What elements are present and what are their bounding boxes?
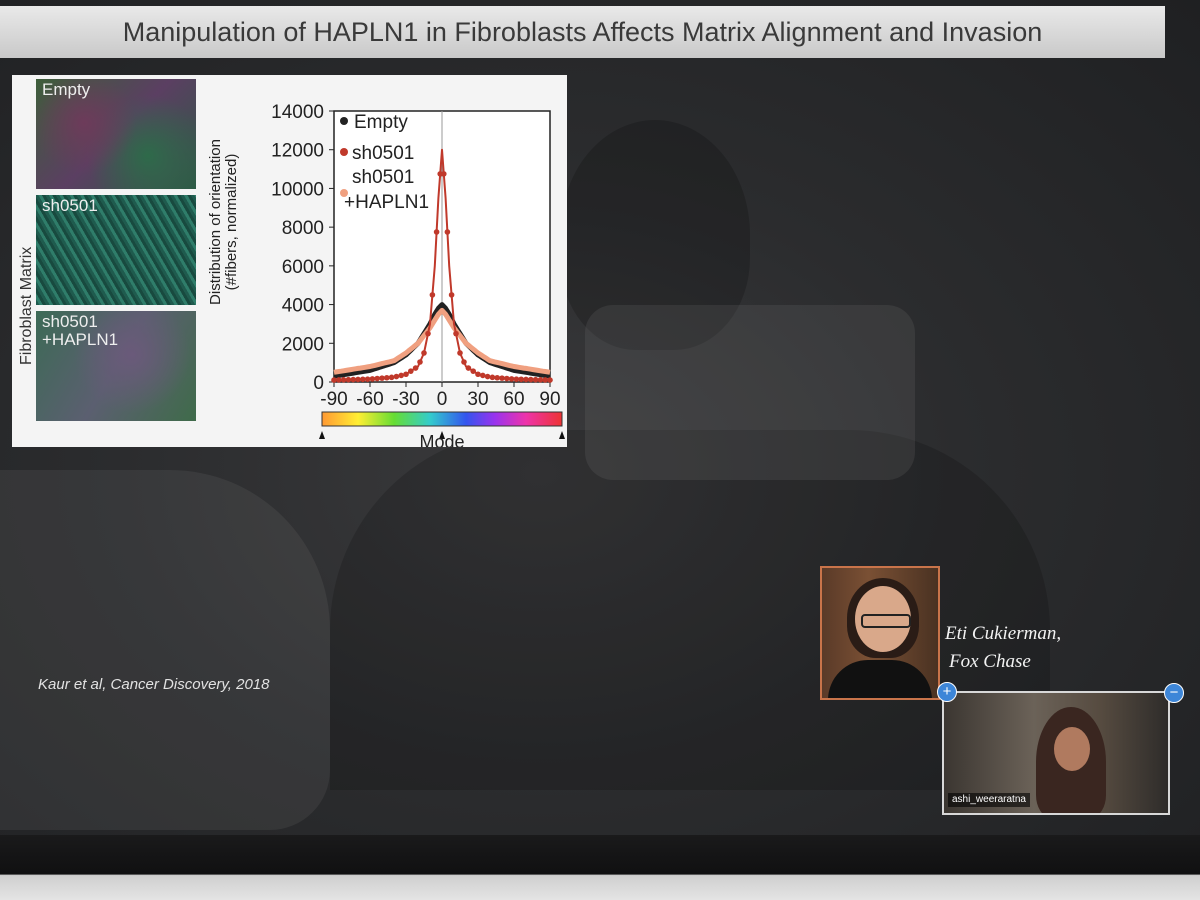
x-tick-label: -30 xyxy=(392,389,419,410)
series-point xyxy=(384,374,390,381)
series-point xyxy=(518,376,524,383)
citation: Kaur et al, Cancer Discovery, 2018 xyxy=(38,676,270,693)
series-point xyxy=(429,292,436,298)
y-tick-label: 8000 xyxy=(282,218,324,239)
series-point xyxy=(444,229,451,235)
series-point xyxy=(340,377,347,383)
legend-label-sh0501-hapln1: sh0501 xyxy=(352,167,414,188)
series-point xyxy=(528,376,534,383)
colorbar-marker xyxy=(559,431,565,439)
speaker-name: Eti Cukierman, Fox Chase xyxy=(945,620,1061,676)
speaker-video[interactable] xyxy=(820,566,940,700)
participant-face xyxy=(1054,727,1090,771)
series-point xyxy=(441,171,447,177)
series-point xyxy=(364,376,371,382)
series-point xyxy=(484,373,491,380)
series-point xyxy=(537,377,544,383)
series-point xyxy=(360,376,366,383)
reflection-phone xyxy=(585,305,915,480)
orientation-chart: 0 2000 4000 6000 8000 10000 12000 14000 -90 -60 -3… xyxy=(271,102,565,447)
y-tick-label: 6000 xyxy=(282,257,324,278)
speaker-affiliation: Fox Chase xyxy=(949,651,1031,672)
participant-video-tile[interactable]: ashi_weeraratna xyxy=(942,691,1170,815)
x-tick-label: 60 xyxy=(503,389,524,410)
series-point xyxy=(379,375,385,381)
series-point xyxy=(369,376,376,382)
figure-panel: Fibroblast Matrix Empty sh0501 sh0501 +H… xyxy=(12,75,567,447)
zoom-out-button[interactable]: − xyxy=(1164,683,1184,703)
colorbar-marker xyxy=(319,431,325,439)
slide-title-bar: Manipulation of HAPLN1 in Fibroblasts Af… xyxy=(0,6,1165,58)
series-point xyxy=(355,376,361,383)
series-point xyxy=(475,371,481,378)
series-point xyxy=(457,350,463,356)
series-point xyxy=(417,359,423,365)
series-point xyxy=(412,365,419,371)
x-tick-label: 0 xyxy=(437,389,448,410)
series-point xyxy=(408,368,414,374)
series-point xyxy=(336,377,342,383)
series-point xyxy=(489,374,496,381)
speaker-glasses xyxy=(861,614,911,628)
series-point xyxy=(331,377,337,383)
slide-title: Manipulation of HAPLN1 in Fibroblasts Af… xyxy=(122,16,1043,47)
series-point xyxy=(504,375,510,382)
x-tick-label: -90 xyxy=(320,389,347,410)
legend-label-sh0501-hapln1-line2: +HAPLN1 xyxy=(344,192,429,213)
series-point xyxy=(433,229,440,235)
reflection-arm xyxy=(0,470,330,830)
series-point xyxy=(374,375,381,382)
series-point xyxy=(421,350,427,356)
series-point xyxy=(532,376,539,383)
series-point xyxy=(393,373,400,380)
device-screen: Manipulation of HAPLN1 in Fibroblasts Af… xyxy=(0,0,1200,860)
legend-marker-sh0501 xyxy=(340,148,348,156)
series-point xyxy=(425,330,431,337)
device-bezel xyxy=(0,835,1200,900)
x-tick-label: -60 xyxy=(356,389,383,410)
x-tick-label: 90 xyxy=(539,389,560,410)
y-tick-label: 2000 xyxy=(282,334,324,355)
series-point xyxy=(461,359,467,365)
orientation-colorbar xyxy=(321,411,563,427)
series-point xyxy=(494,374,501,381)
series-point xyxy=(542,377,548,383)
series-point xyxy=(448,292,455,298)
y-tick-label: 14000 xyxy=(271,102,324,123)
series-point xyxy=(523,376,529,383)
series-point xyxy=(465,365,472,371)
series-point xyxy=(499,375,505,381)
zoom-in-button[interactable]: + xyxy=(937,682,957,702)
series-point xyxy=(403,371,409,378)
x-tick-label: 30 xyxy=(467,389,488,410)
participant-name-tag: ashi_weeraratna xyxy=(948,793,1030,807)
colorbar-mode-label: Mode xyxy=(419,432,464,447)
series-point xyxy=(453,330,459,337)
series-point xyxy=(508,376,515,382)
series-point xyxy=(480,372,486,379)
speaker-name-line1: Eti Cukierman, xyxy=(945,623,1062,644)
legend-label-sh0501: sh0501 xyxy=(352,143,414,164)
y-tick-label: 10000 xyxy=(271,179,324,200)
speaker-body xyxy=(828,660,932,698)
legend-label-empty: Empty xyxy=(354,112,408,133)
series-point xyxy=(345,376,352,383)
series-point xyxy=(513,376,520,382)
series-point xyxy=(350,376,357,383)
y-tick-label: 4000 xyxy=(282,296,324,317)
series-point xyxy=(470,368,477,374)
series-point xyxy=(388,374,395,381)
legend-marker-empty xyxy=(340,117,348,125)
y-tick-label: 12000 xyxy=(271,141,324,162)
series-point xyxy=(547,377,553,383)
series-point xyxy=(398,372,405,379)
